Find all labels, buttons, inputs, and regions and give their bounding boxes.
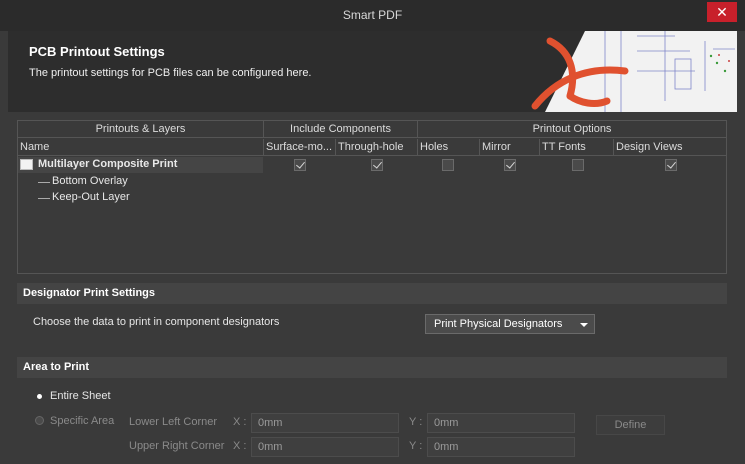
table-row[interactable]: Keep-Out Layer	[18, 190, 726, 206]
group-printout-options: Printout Options	[532, 123, 612, 135]
page-title: PCB Printout Settings	[29, 44, 165, 59]
table-row[interactable]: Bottom Overlay	[18, 174, 726, 190]
column-header-row: Name Surface-mo... Through-hole Holes Mi…	[18, 139, 726, 156]
window-title: Smart PDF	[342, 8, 403, 22]
column-through-hole[interactable]: Through-hole	[336, 139, 418, 156]
column-name[interactable]: Name	[18, 139, 264, 156]
column-tt-fonts[interactable]: TT Fonts	[540, 139, 614, 156]
lower-left-x-value: 0mm	[258, 417, 283, 429]
tree-line	[38, 182, 50, 183]
lower-left-y-value: 0mm	[434, 417, 459, 429]
designator-section-header: Designator Print Settings	[17, 283, 727, 304]
group-include-components: Include Components	[264, 121, 418, 138]
designator-dropdown[interactable]: Print Physical Designators	[425, 314, 595, 334]
row-name: Keep-Out Layer	[52, 191, 130, 203]
column-design-views[interactable]: Design Views	[614, 139, 726, 156]
upper-right-x-label: X :	[233, 440, 247, 452]
lower-left-y-label: Y :	[409, 416, 423, 428]
row-name: Multilayer Composite Print	[38, 158, 178, 170]
group-header-row: Printouts & Layers Include Components Pr…	[18, 121, 726, 138]
close-button[interactable]: ✕	[707, 2, 737, 22]
lower-left-corner-label: Lower Left Corner	[129, 416, 218, 428]
group-printouts-layers: Printouts & Layers	[18, 121, 264, 138]
lower-left-x-field[interactable]: 0mm	[251, 413, 399, 433]
upper-right-y-value: 0mm	[434, 441, 459, 453]
checkbox-holes[interactable]	[442, 159, 454, 171]
table-row[interactable]: Multilayer Composite Print	[18, 157, 726, 173]
page-subtitle: The printout settings for PCB files can …	[29, 67, 312, 79]
upper-right-x-field[interactable]: 0mm	[251, 437, 399, 457]
printouts-table: Printouts & Layers Include Components Pr…	[17, 120, 727, 274]
area-section-header: Area to Print	[17, 357, 727, 378]
checkbox-design-views[interactable]	[665, 159, 677, 171]
row-name: Bottom Overlay	[52, 175, 128, 187]
column-surface-mount[interactable]: Surface-mo...	[264, 139, 336, 156]
upper-right-y-field[interactable]: 0mm	[427, 437, 575, 457]
entire-sheet-radio[interactable]	[37, 394, 42, 399]
checkbox-tt-fonts[interactable]	[572, 159, 584, 171]
designator-dropdown-value: Print Physical Designators	[434, 318, 563, 330]
column-holes[interactable]: Holes	[418, 139, 480, 156]
lower-left-x-label: X :	[233, 416, 247, 428]
entire-sheet-label[interactable]: Entire Sheet	[50, 390, 111, 402]
tree-line	[38, 198, 50, 199]
specific-area-label[interactable]: Specific Area	[50, 415, 114, 427]
pdf-logo-icon	[531, 31, 737, 112]
upper-right-x-value: 0mm	[258, 441, 283, 453]
upper-right-corner-label: Upper Right Corner	[129, 440, 225, 452]
designator-section-title: Designator Print Settings	[23, 287, 156, 299]
page-icon	[20, 159, 33, 170]
lower-left-y-field[interactable]: 0mm	[427, 413, 575, 433]
checkbox-through-hole[interactable]	[371, 159, 383, 171]
window-titlebar: Smart PDF ✕	[0, 0, 745, 31]
chevron-down-icon	[580, 323, 588, 327]
specific-area-radio[interactable]	[35, 416, 44, 425]
upper-right-y-label: Y :	[409, 440, 423, 452]
area-section-title: Area to Print	[23, 361, 90, 373]
define-button[interactable]: Define	[596, 415, 665, 435]
checkbox-mirror[interactable]	[504, 159, 516, 171]
column-mirror[interactable]: Mirror	[480, 139, 540, 156]
designator-prompt: Choose the data to print in component de…	[33, 316, 280, 328]
checkbox-surface-mount[interactable]	[294, 159, 306, 171]
header-banner: PCB Printout Settings The printout setti…	[8, 31, 737, 112]
